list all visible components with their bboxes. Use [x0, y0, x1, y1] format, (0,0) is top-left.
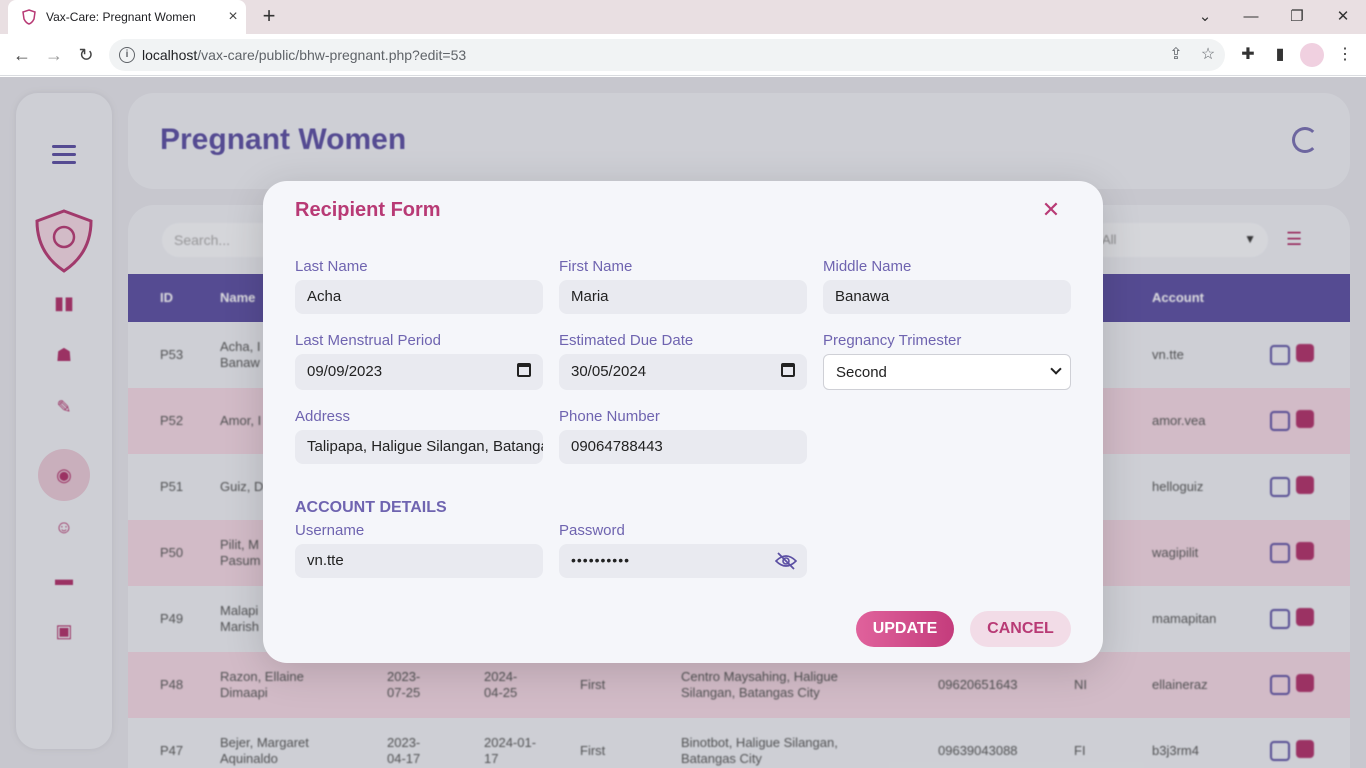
phone-label: Phone Number	[559, 408, 660, 425]
username-input[interactable]: vn.tte	[295, 544, 543, 578]
password-value: ••••••••••	[571, 552, 631, 568]
menu-kebab-icon[interactable]: ⋮	[1334, 44, 1356, 66]
middle-name-input[interactable]: Banawa	[823, 280, 1071, 314]
modal-title: Recipient Form	[295, 199, 441, 221]
trimester-select[interactable]: Second	[823, 354, 1071, 390]
password-input[interactable]: ••••••••••	[559, 544, 807, 578]
middle-name-label: Middle Name	[823, 258, 912, 275]
restore-icon[interactable]: ❐	[1285, 6, 1309, 28]
reload-icon[interactable]: ↻	[74, 43, 98, 67]
address-label: Address	[295, 408, 351, 425]
bookmark-star-icon[interactable]: ☆	[1198, 45, 1218, 65]
cancel-button[interactable]: CANCEL	[970, 611, 1071, 647]
lmp-label: Last Menstrual Period	[295, 332, 441, 349]
chevron-down-icon	[1050, 363, 1062, 375]
browser-tab[interactable]: Vax-Care: Pregnant Women ×	[8, 0, 246, 34]
side-panel-icon[interactable]: ▮	[1269, 44, 1291, 66]
username-label: Username	[295, 522, 365, 539]
close-window-icon[interactable]: ✕	[1331, 6, 1355, 28]
first-name-label: First Name	[559, 258, 633, 275]
profile-avatar[interactable]	[1300, 43, 1324, 67]
shield-favicon-icon	[22, 9, 36, 25]
address-input[interactable]: Talipapa, Haligue Silangan, Batangas Cit…	[295, 430, 543, 464]
eye-slash-icon[interactable]	[775, 552, 797, 570]
extensions-icon[interactable]: ✚	[1237, 44, 1259, 66]
calendar-icon[interactable]	[517, 363, 531, 377]
due-date-input[interactable]: 30/05/2024	[559, 354, 807, 390]
back-icon[interactable]: ←	[10, 43, 34, 67]
last-name-input[interactable]: Acha	[295, 280, 543, 314]
first-name-input[interactable]: Maria	[559, 280, 807, 314]
share-icon[interactable]: ⇪	[1166, 45, 1186, 65]
trimester-value: Second	[836, 364, 887, 381]
due-date-label: Estimated Due Date	[559, 332, 694, 349]
lmp-value: 09/09/2023	[307, 363, 383, 380]
browser-tabbar: Vax-Care: Pregnant Women × + ⌄ — ❐ ✕	[0, 0, 1366, 34]
trimester-label: Pregnancy Trimester	[823, 332, 962, 349]
due-date-value: 30/05/2024	[571, 363, 647, 380]
new-tab-icon[interactable]: +	[258, 5, 280, 28]
calendar-icon[interactable]	[781, 363, 795, 377]
tab-title: Vax-Care: Pregnant Women	[46, 10, 196, 24]
url-text[interactable]: localhost/vax-care/public/bhw-pregnant.p…	[142, 47, 466, 63]
phone-input[interactable]: 09064788443	[559, 430, 807, 464]
lmp-date-input[interactable]: 09/09/2023	[295, 354, 543, 390]
recipient-form-modal: Recipient Form ✕ Last Name Acha First Na…	[263, 181, 1103, 663]
address-bar[interactable]: i localhost/vax-care/public/bhw-pregnant…	[109, 39, 1225, 71]
forward-icon[interactable]: →	[42, 43, 66, 67]
close-icon[interactable]: ✕	[1039, 198, 1063, 222]
password-label: Password	[559, 522, 625, 539]
browser-toolbar: ← → ↻ i localhost/vax-care/public/bhw-pr…	[0, 34, 1366, 76]
minimize-icon[interactable]: —	[1239, 6, 1263, 28]
account-details-heading: ACCOUNT DETAILS	[295, 499, 447, 516]
tab-search-icon[interactable]: ⌄	[1193, 6, 1217, 28]
site-info-icon[interactable]: i	[119, 47, 135, 63]
update-button[interactable]: UPDATE	[856, 611, 954, 647]
last-name-label: Last Name	[295, 258, 368, 275]
tab-close-icon[interactable]: ×	[224, 8, 242, 26]
